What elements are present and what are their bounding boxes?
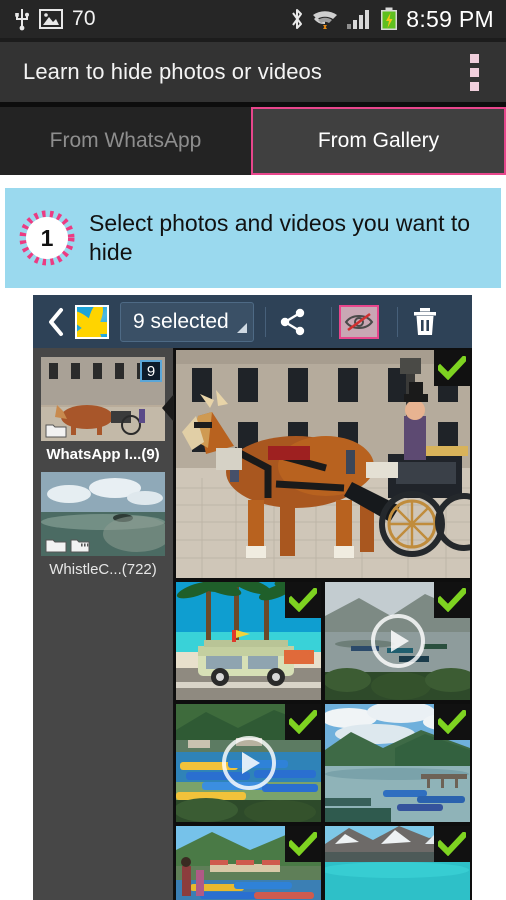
album-sidebar: 9 WhatsApp I...(9) WhistleC...(722) — [33, 348, 174, 900]
grid-item-boats-colorful[interactable] — [176, 704, 321, 822]
sdcard-icon — [70, 539, 90, 553]
back-chevron-icon[interactable] — [39, 307, 73, 337]
photo-grid — [174, 348, 472, 900]
album-thumbnail — [41, 472, 165, 556]
screen-root: 70 8:59 PM Learn to hide photos or video… — [0, 0, 506, 900]
status-bar-right: 8:59 PM — [290, 6, 506, 33]
selected-check-icon — [434, 704, 470, 740]
usb-icon — [14, 7, 30, 31]
grid-item-boats-dock[interactable] — [176, 826, 321, 900]
video-play-icon — [221, 736, 276, 790]
tab-bar: From WhatsApp From Gallery — [0, 107, 506, 175]
selection-count-dropdown[interactable]: 9 selected — [120, 301, 254, 342]
grid-row — [176, 704, 470, 822]
bluetooth-icon — [290, 8, 304, 30]
trash-icon[interactable] — [398, 307, 452, 337]
selected-check-icon — [285, 582, 321, 618]
album-item-whistlec[interactable]: WhistleC...(722) — [41, 472, 165, 578]
grid-item-turquoise-lake[interactable] — [325, 826, 470, 900]
tab-from-gallery[interactable]: From Gallery — [251, 107, 506, 175]
album-item-whatsapp[interactable]: 9 WhatsApp I...(9) — [41, 357, 165, 463]
overflow-dot — [470, 67, 479, 77]
battery-charging-icon — [380, 7, 398, 31]
status-bar-left: 70 — [0, 7, 96, 31]
overflow-menu-icon[interactable] — [462, 48, 487, 97]
grid-item-van-beach[interactable] — [176, 582, 321, 700]
overflow-dot — [470, 53, 479, 63]
instruction-banner: 1 Select photos and videos you want to h… — [5, 188, 501, 288]
grid-item-hero[interactable] — [176, 350, 470, 578]
overflow-dot — [470, 81, 479, 91]
wifi-icon — [312, 8, 338, 30]
grid-row — [176, 582, 470, 700]
selected-check-icon — [434, 582, 470, 618]
action-bar: Learn to hide photos or videos — [0, 42, 506, 102]
video-play-icon — [370, 614, 425, 668]
gallery-app-icon[interactable] — [75, 304, 109, 339]
grid-row — [176, 826, 470, 900]
tab-bar-gap — [0, 175, 506, 188]
step-number: 1 — [40, 224, 54, 251]
instruction-text: Select photos and videos you want to hid… — [89, 209, 471, 265]
step-badge: 1 — [19, 210, 75, 266]
signal-icon — [346, 8, 372, 30]
selection-count-label: 9 selected — [133, 309, 229, 333]
hide-eye-icon[interactable] — [332, 304, 386, 339]
status-bar: 70 8:59 PM — [0, 0, 506, 38]
selected-check-icon — [285, 704, 321, 740]
album-name: WhistleC...(722) — [49, 561, 157, 578]
selected-check-icon — [434, 350, 470, 386]
folder-icon — [45, 424, 67, 438]
status-bar-clock: 8:59 PM — [406, 5, 494, 32]
gallery-toolbar: 9 selected — [33, 295, 472, 348]
image-icon — [39, 9, 63, 29]
album-folder-icons — [45, 536, 90, 553]
notification-count: 70 — [72, 7, 96, 30]
dropdown-caret-icon — [236, 322, 247, 333]
grid-item-lake-pier[interactable] — [325, 704, 470, 822]
album-thumbnail: 9 — [41, 357, 165, 441]
share-icon[interactable] — [266, 307, 320, 337]
album-folder-icons — [45, 421, 67, 438]
grid-item-lake-boats-misty[interactable] — [325, 582, 470, 700]
folder-icon — [45, 539, 67, 553]
page-title: Learn to hide photos or videos — [23, 59, 322, 84]
album-selected-count-badge: 9 — [140, 360, 162, 382]
sidebar-collapse-arrow-icon[interactable] — [162, 394, 174, 422]
selected-check-icon — [285, 826, 321, 862]
step-badge-disc: 1 — [26, 217, 68, 259]
gallery-screenshot: 9 selected 9 WhatsApp I...(9) WhistleC..… — [33, 295, 472, 900]
hide-eye-highlight — [338, 304, 379, 339]
selected-check-icon — [434, 826, 470, 862]
album-name: WhatsApp I...(9) — [46, 446, 160, 463]
tab-from-whatsapp[interactable]: From WhatsApp — [0, 107, 251, 175]
